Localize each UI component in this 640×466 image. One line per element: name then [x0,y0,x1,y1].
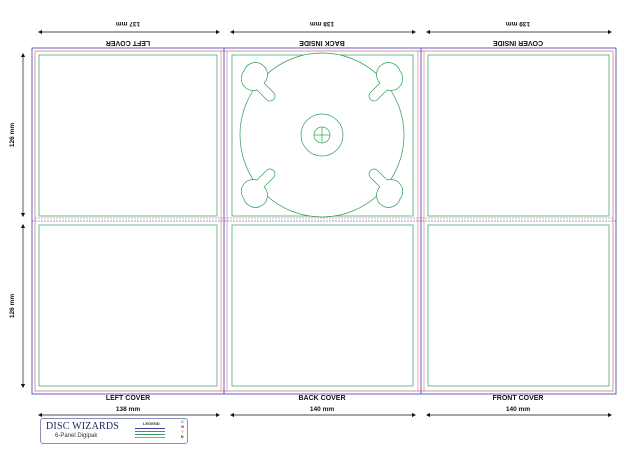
logo-subtitle: 6-Panel Digipak [55,433,98,439]
legend-title: LEGEND [143,421,160,426]
dimension-top-right: 139 mm [506,20,530,27]
panel-label-top-middle: BACK INSIDE [299,39,345,46]
safe-area-top-right [427,54,610,217]
legend-line-safe [135,434,165,435]
dimension-bottom-middle: 140 mm [310,406,334,413]
logo-badge: DISC WIZARDS 6-Panel Digipak LEGEND C M … [40,418,188,444]
safe-area-bottom-middle [231,224,414,387]
dimension-bottom-left: 138 mm [116,406,140,413]
legend: LEGEND [133,421,177,440]
disc-tray [239,52,405,218]
dimension-height-bottom: 126 mm [9,294,16,318]
panel-label-bottom-left: LEFT COVER [106,395,150,402]
panel-label-bottom-right: FRONT COVER [493,395,544,402]
safe-area-bottom-left [38,224,218,387]
dimension-top-left: 137 mm [116,20,140,27]
panel-label-bottom-middle: BACK COVER [298,395,345,402]
panel-label-top-left: LEFT COVER [106,39,150,46]
cmyk-k: K [181,434,184,439]
legend-line-fold [135,437,165,438]
legend-line-trim [135,428,165,429]
logo-title: DISC WIZARDS [46,421,120,432]
safe-area-top-left [38,54,218,217]
dimension-height-top: 126 mm [9,123,16,147]
digipak-template: LEFT COVER BACK INSIDE COVER INSIDE 137 … [9,20,617,418]
dimension-top-middle: 138 mm [310,20,334,27]
panel-label-top-right: COVER INSIDE [493,39,544,46]
safe-area-bottom-right [427,224,610,387]
dimension-bottom-right: 140 mm [506,406,530,413]
legend-line-bleed [135,431,165,432]
